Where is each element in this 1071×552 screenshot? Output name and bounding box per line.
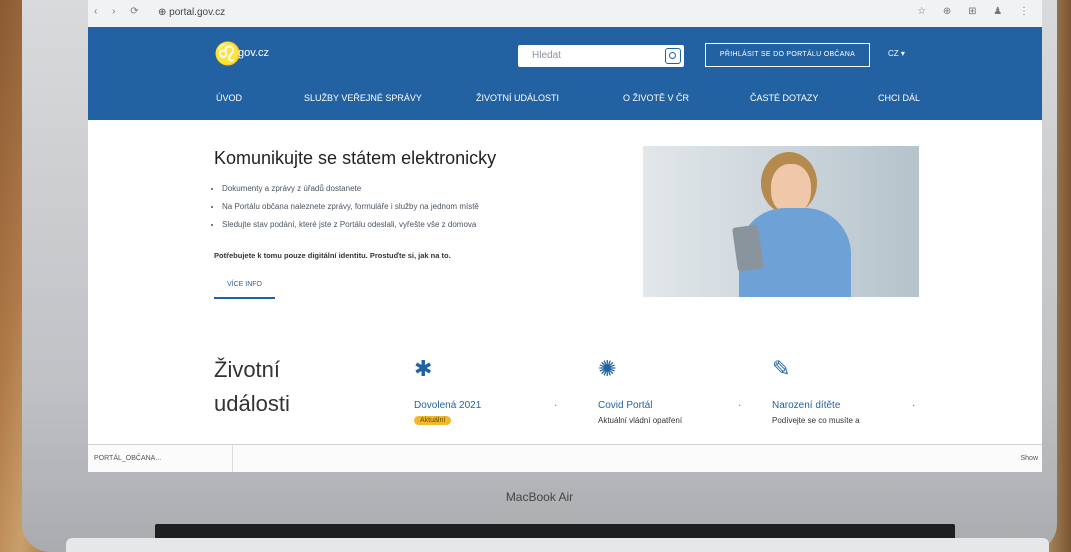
menu-item-zivotni-udalosti[interactable]: ŽIVOTNÍ UDÁLOSTI xyxy=(476,93,559,103)
browser-nav-buttons[interactable]: ‹ › ⟳ xyxy=(94,6,145,17)
browser-toolbar: ‹ › ⟳ ⊕ portal.gov.cz ☆ ⊕ ⊞ ♟ ⋮ xyxy=(88,0,1042,28)
search-icon[interactable] xyxy=(665,48,681,64)
baby-icon: ✎ xyxy=(772,356,791,381)
menu-item-sluzby[interactable]: SLUŽBY VEŘEJNÉ SPRÁVY xyxy=(304,93,422,103)
login-button[interactable]: PŘIHLÁSIT SE DO PORTÁLU OBČANA xyxy=(705,43,870,67)
life-events-title: Životní události xyxy=(214,353,290,421)
site-header: ♌ gov.cz Hledat PŘIHLÁSIT SE DO PORTÁLU … xyxy=(88,27,1042,120)
hero-note: Potřebujete k tomu pouze digitální ident… xyxy=(214,251,451,260)
hero-bullets: Dokumenty a zprávy z úřadů dostanete Na … xyxy=(208,180,479,234)
card-description: Aktuální vládní opatření xyxy=(598,416,683,425)
laptop-base xyxy=(66,538,1049,552)
address-bar[interactable]: ⊕ portal.gov.cz xyxy=(158,7,225,18)
menu-item-uvod[interactable]: ÚVOD xyxy=(216,93,242,103)
search-input[interactable]: Hledat xyxy=(518,45,684,67)
life-event-card[interactable]: ✱ Dovolená 2021 · Aktuální xyxy=(414,356,574,425)
card-title[interactable]: Narození dítěte xyxy=(772,400,840,411)
life-events-title-line: události xyxy=(214,391,290,416)
card-title[interactable]: Dovolená 2021 xyxy=(414,400,481,411)
hero-bullet: Sledujte stav podání, které jste z Portá… xyxy=(222,216,479,234)
site-logo-text[interactable]: gov.cz xyxy=(238,47,269,59)
browser-extension-icons[interactable]: ☆ ⊕ ⊞ ♟ ⋮ xyxy=(917,6,1036,17)
menu-item-o-zivote[interactable]: O ŽIVOTĚ V ČR xyxy=(623,93,689,103)
main-menu: ÚVOD SLUŽBY VEŘEJNÉ SPRÁVY ŽIVOTNÍ UDÁLO… xyxy=(88,93,1042,113)
page-content: Komunikujte se státem elektronicky Dokum… xyxy=(88,120,1042,444)
more-info-button[interactable]: VÍCE INFO xyxy=(214,273,275,299)
laptop-screen: ‹ › ⟳ ⊕ portal.gov.cz ☆ ⊕ ⊞ ♟ ⋮ ♌ gov.cz… xyxy=(88,0,1042,472)
search-placeholder: Hledat xyxy=(532,50,561,61)
menu-item-chci-dal[interactable]: CHCI DÁL xyxy=(878,93,920,103)
woman-face xyxy=(771,164,811,214)
virus-icon: ✺ xyxy=(598,356,617,381)
life-event-card[interactable]: ✺ Covid Portál · Aktuální vládní opatřen… xyxy=(598,356,758,425)
card-description: Podívejte se co musíte a xyxy=(772,416,860,425)
language-select[interactable]: CZ ▾ xyxy=(888,49,905,58)
menu-item-caste-dotazy[interactable]: ČASTÉ DOTAZY xyxy=(750,93,818,103)
vacation-icon: ✱ xyxy=(414,356,433,381)
laptop-body: ‹ › ⟳ ⊕ portal.gov.cz ☆ ⊕ ⊞ ♟ ⋮ ♌ gov.cz… xyxy=(22,0,1057,552)
download-item[interactable]: PORTÁL_OBČANA... xyxy=(94,445,233,472)
show-all-button[interactable]: Show xyxy=(1020,455,1038,462)
hero-title: Komunikujte se státem elektronicky xyxy=(214,148,497,168)
status-badge: Aktuální xyxy=(414,416,452,425)
life-event-card[interactable]: ✎ Narození dítěte · Podívejte se co musí… xyxy=(772,356,932,425)
card-dot: · xyxy=(912,400,916,411)
hero-photo xyxy=(643,146,919,297)
laptop-brand-label: MacBook Air xyxy=(505,490,574,504)
life-events-title-line: Životní xyxy=(214,357,281,382)
hero-bullet: Dokumenty a zprávy z úřadů dostanete xyxy=(222,180,479,198)
card-dot: · xyxy=(738,400,742,411)
card-dot: · xyxy=(554,400,558,411)
hero-bullet: Na Portálu občana naleznete zprávy, form… xyxy=(222,198,479,216)
download-bar: PORTÁL_OBČANA... Show xyxy=(88,444,1042,472)
card-title[interactable]: Covid Portál xyxy=(598,400,652,411)
